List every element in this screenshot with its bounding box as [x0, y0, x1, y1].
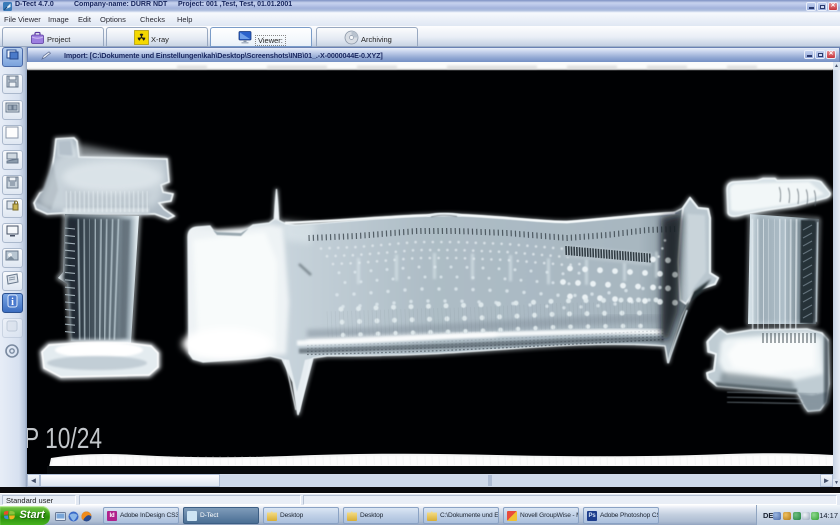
svg-text:i: i: [11, 297, 14, 308]
svg-text:P 10/24: P 10/24: [27, 423, 102, 455]
